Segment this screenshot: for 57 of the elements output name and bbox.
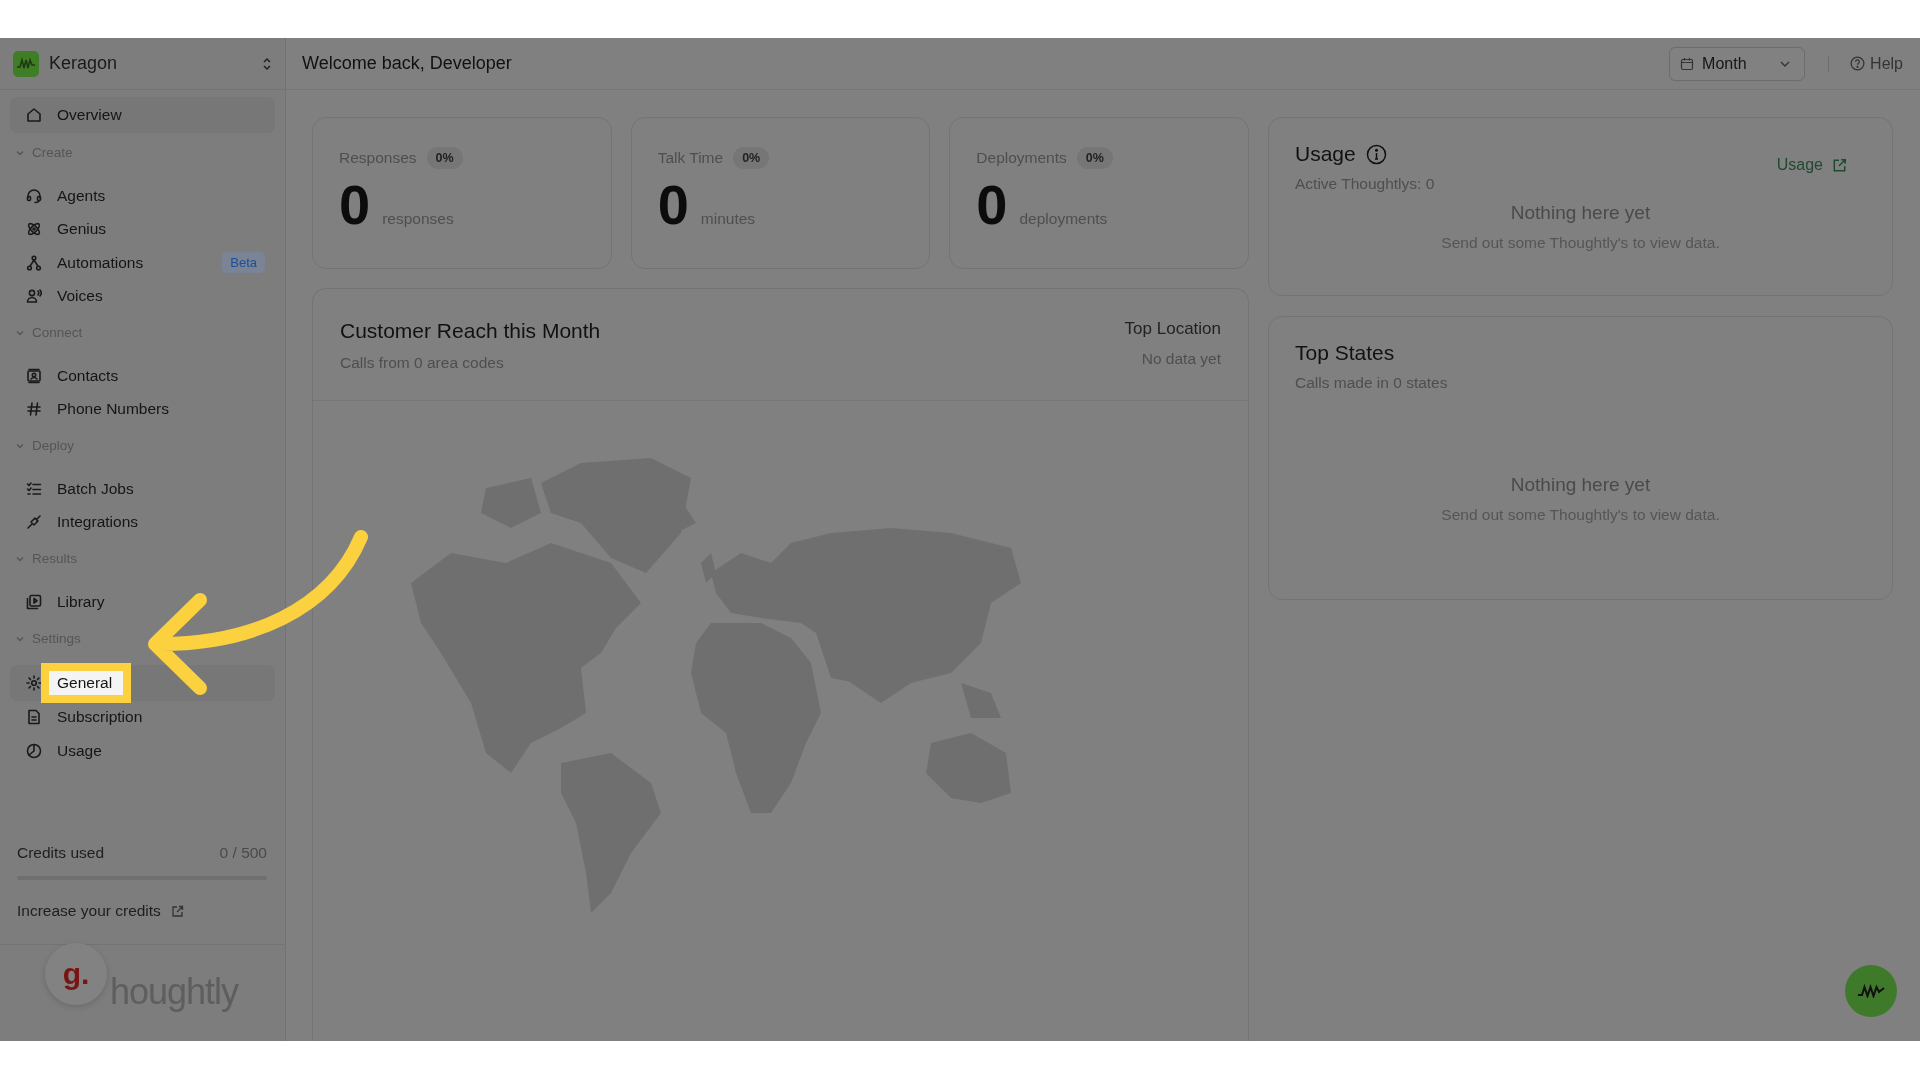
- sidebar-item[interactable]: Library: [10, 585, 275, 619]
- card-title: Top States: [1295, 341, 1395, 365]
- sidebar-item[interactable]: Subscription: [10, 700, 275, 734]
- chat-button[interactable]: [1845, 965, 1897, 1017]
- chevron-icon: [15, 328, 25, 338]
- beta-badge: Beta: [222, 252, 265, 274]
- info-icon[interactable]: [1365, 143, 1387, 165]
- change-badge: 0%: [1076, 147, 1113, 169]
- sidebar-item[interactable]: Genius: [10, 212, 275, 246]
- top-location-label: Top Location: [1124, 319, 1221, 339]
- stat-value: 0: [976, 177, 1008, 233]
- home-icon: [25, 106, 43, 124]
- change-badge: 0%: [426, 147, 463, 169]
- contact-card-icon: [25, 366, 43, 385]
- sidebar-item[interactable]: Phone Numbers: [10, 392, 275, 426]
- stat-value: 0: [339, 177, 371, 233]
- sidebar-item[interactable]: Contacts: [10, 359, 275, 393]
- sidebar-item[interactable]: Voices: [10, 279, 275, 313]
- credits-label: Credits used: [17, 844, 104, 862]
- card-title: Usage: [1295, 142, 1356, 166]
- library-icon: [25, 592, 43, 611]
- card-title: Customer Reach this Month: [340, 319, 601, 343]
- plug-icon: [25, 513, 43, 532]
- external-link-icon: [1832, 157, 1847, 173]
- switcher-icon[interactable]: [261, 55, 273, 72]
- pie-chart-icon: [25, 741, 43, 760]
- chevron-icon: [15, 554, 25, 564]
- chevron-icon: [15, 441, 25, 451]
- calendar-icon: [1680, 56, 1695, 71]
- receipt-icon: [25, 708, 43, 727]
- workspace-name: Keragon: [49, 53, 119, 74]
- sidebar-item[interactable]: General: [10, 664, 275, 701]
- sidebar-item[interactable]: Batch Jobs: [10, 472, 275, 506]
- wave-icon: [1857, 984, 1885, 998]
- stat-value: 0: [657, 177, 689, 233]
- headset-icon: [25, 186, 43, 205]
- increase-credits-link[interactable]: Increase your credits: [17, 902, 184, 920]
- sidebar-item[interactable]: Automations Beta: [10, 246, 275, 280]
- help-icon: [1850, 56, 1866, 71]
- period-dropdown[interactable]: Month: [1669, 46, 1806, 81]
- sidebar-item[interactable]: Usage: [10, 734, 275, 768]
- person-sound-icon: [25, 287, 43, 306]
- checklist-icon: [25, 479, 43, 498]
- gear-icon: [25, 673, 43, 692]
- avatar[interactable]: g.: [45, 943, 107, 1005]
- chevron-icon: [15, 148, 25, 158]
- sidebar-item[interactable]: Agents: [10, 179, 275, 213]
- sidebar-item[interactable]: Overview: [10, 97, 275, 133]
- logo-icon: [13, 50, 39, 77]
- hash-icon: [25, 400, 43, 419]
- change-badge: 0%: [733, 147, 770, 169]
- page-title: Welcome back, Developer: [302, 53, 513, 74]
- external-link-icon: [170, 904, 184, 918]
- help-button[interactable]: Help: [1850, 54, 1903, 73]
- branch-icon: [25, 253, 43, 272]
- sidebar-item[interactable]: Integrations: [10, 505, 275, 539]
- usage-link[interactable]: Usage: [1776, 156, 1847, 174]
